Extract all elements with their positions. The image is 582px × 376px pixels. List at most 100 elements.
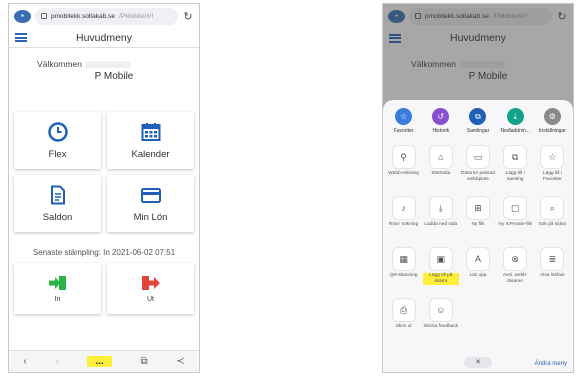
calendar-icon xyxy=(141,123,160,141)
history-icon: ↺ xyxy=(432,108,450,125)
close-icon[interactable]: ✕ xyxy=(464,357,492,368)
menu-item-label: Röst- sökning xyxy=(388,222,419,227)
menu-item-icon: ⤓ xyxy=(429,197,452,219)
menu-item-label: Sök på sidan xyxy=(538,222,567,227)
tile-label: Min Lön xyxy=(133,212,168,223)
menu-footer: ✕ Ändra meny xyxy=(383,356,573,368)
menu-item-label: QR-skanning xyxy=(389,273,418,278)
clock-icon xyxy=(47,122,68,142)
browser-bottom-bar: ‹ › ... ⧉ ≺ xyxy=(9,350,199,372)
collections-icon: ⧉ xyxy=(469,108,487,125)
menu-label: Inställningar xyxy=(538,128,566,134)
tile-min-lon[interactable]: Min Lön xyxy=(107,175,194,232)
stamp-out-button[interactable]: Ut xyxy=(107,263,194,314)
menu-item-icon: ▢ xyxy=(504,197,527,219)
menu-item-icon: ☆ xyxy=(541,146,564,168)
welcome-text: Välkommen xyxy=(37,59,82,69)
menu-item-icon: ⚲ xyxy=(392,146,415,168)
menu-tiles: Flex Kalender Saldon Min Lön xyxy=(9,112,199,232)
menu-grid-item[interactable]: ⧉ Lägg till i samling xyxy=(497,146,534,192)
browser-menu-sheet: ☆ Favoriter ↺ Historik ⧉ Samlingar ⤓ Ned… xyxy=(383,100,573,372)
menu-grid-item[interactable]: ≣ Visa lösfaxt xyxy=(534,248,571,294)
menu-grid-item[interactable]: ⎙ Skriv ut xyxy=(385,299,422,345)
gear-icon: ⚙ xyxy=(543,108,561,125)
menu-grid-item[interactable]: ▢ Ny InPrivate-flik xyxy=(497,197,534,243)
menu-label: Historik xyxy=(432,128,450,134)
menu-item-icon: ▦ xyxy=(392,248,415,270)
edit-menu-link[interactable]: Ändra meny xyxy=(535,361,567,367)
menu-samlingar[interactable]: ⧉ Samlingar xyxy=(459,108,496,134)
menu-grid-item[interactable]: ⊞ Ny flik xyxy=(459,197,496,243)
tile-label: Kalender xyxy=(131,149,170,160)
stamp-in-button[interactable]: In xyxy=(14,263,101,314)
menu-label: Favoriter xyxy=(393,128,414,134)
stamp-out-label: Ut xyxy=(147,296,154,303)
menu-item-label: Ladda ned sida xyxy=(424,222,458,227)
menu-grid-item[interactable]: A Läs upp xyxy=(459,248,496,294)
tabs-icon[interactable]: ⧉ xyxy=(140,356,147,367)
menu-item-label: Lägg till på skärm xyxy=(422,273,459,285)
menu-item-icon: ⌂ xyxy=(429,146,452,168)
menu-top-row: ☆ Favoriter ↺ Historik ⧉ Samlingar ⤓ Ned… xyxy=(385,108,571,134)
menu-nedladdningar[interactable]: ⤓ Nedladdnin... xyxy=(497,108,534,134)
share-icon[interactable]: ≺ xyxy=(176,356,184,367)
phone-screen-main-menu: ● pmobilekk.soltakab.se/PMobile/#/! ↻ Hu… xyxy=(8,3,200,373)
menu-installningar[interactable]: ⚙ Inställningar xyxy=(534,108,571,134)
sign-in-icon xyxy=(48,276,66,290)
menu-item-icon: ☺ xyxy=(429,299,452,321)
menu-grid-item[interactable]: ⊗ Avsl. webb-läsaren xyxy=(497,248,534,294)
menu-item-label: Skicka feedback xyxy=(423,324,459,329)
menu-item-label: Visa lösfaxt xyxy=(540,273,565,278)
menu-grid-item[interactable]: ⌂ Startsida xyxy=(422,146,459,192)
hamburger-menu-icon[interactable] xyxy=(15,33,27,42)
url-path: /PMobile/#/! xyxy=(118,12,154,20)
menu-item-label: Skriv ut xyxy=(395,324,412,329)
menu-item-label: Datoran passad webbplats xyxy=(461,171,495,182)
menu-grid-item[interactable]: ☆ Lägg till i Favoriter xyxy=(534,146,571,192)
menu-item-label: Avsl. webb-läsaren xyxy=(502,273,528,284)
stamp-tiles: In Ut xyxy=(9,263,199,314)
menu-item-icon: A xyxy=(466,248,489,270)
menu-label: Samlingar xyxy=(466,128,490,134)
menu-grid-item[interactable]: ▦ QR-skanning xyxy=(385,248,422,294)
tile-label: Flex xyxy=(48,149,67,160)
tile-kalender[interactable]: Kalender xyxy=(107,112,194,169)
menu-grid-item[interactable]: ▣ Lägg till på skärm xyxy=(422,248,459,294)
menu-item-label: Lägg till i Favoriter xyxy=(542,171,562,182)
menu-item-icon: ≣ xyxy=(541,248,564,270)
tile-saldon[interactable]: Saldon xyxy=(14,175,101,232)
menu-favoriter[interactable]: ☆ Favoriter xyxy=(385,108,422,134)
browser-url-bar: ● pmobilekk.soltakab.se/PMobile/#/! ↻ xyxy=(9,4,199,28)
phone-screen-browser-menu: ● pmobilekk.soltakab.se/PMobile/#/! ↻ Hu… xyxy=(382,3,574,373)
menu-item-icon: ⧉ xyxy=(504,146,527,168)
menu-item-icon: ▭ xyxy=(466,146,489,168)
menu-grid-item[interactable]: ▭ Datoran passad webbplats xyxy=(459,146,496,192)
url-field[interactable]: pmobilekk.soltakab.se/PMobile/#/! xyxy=(35,7,178,25)
menu-item-label: Webb-sökning xyxy=(388,171,419,176)
menu-grid-item[interactable]: ♪ Röst- sökning xyxy=(385,197,422,243)
menu-grid-item[interactable]: ⚲ Webb-sökning xyxy=(385,146,422,192)
menu-item-icon: ♪ xyxy=(392,197,415,219)
username: P Mobile xyxy=(94,71,134,82)
url-host: pmobilekk.soltakab.se xyxy=(51,12,115,20)
tile-flex[interactable]: Flex xyxy=(14,112,101,169)
reload-icon[interactable]: ↻ xyxy=(182,10,194,23)
forward-icon[interactable]: › xyxy=(55,356,58,367)
stamp-in-label: In xyxy=(54,296,61,303)
menu-grid-item[interactable]: ⌕ Sök på sidan xyxy=(534,197,571,243)
back-icon[interactable]: ‹ xyxy=(23,356,26,367)
menu-item-icon: ⌕ xyxy=(541,197,564,219)
page-title: Huvudmeny xyxy=(75,31,133,44)
menu-item-label: Lägg till i samling xyxy=(505,171,525,182)
app-header: Huvudmeny xyxy=(9,28,199,48)
menu-historik[interactable]: ↺ Historik xyxy=(422,108,459,134)
lock-icon xyxy=(41,13,47,19)
menu-item-icon: ▣ xyxy=(429,248,452,270)
browser-logo-icon: ● xyxy=(14,9,31,23)
card-icon xyxy=(140,188,161,203)
tile-label: Saldon xyxy=(42,212,73,223)
more-menu-button[interactable]: ... xyxy=(87,356,112,367)
menu-grid-item[interactable]: ⤓ Ladda ned sida xyxy=(422,197,459,243)
menu-grid-item[interactable]: ☺ Skicka feedback xyxy=(422,299,459,345)
last-stamp-text: Senaste stämpling: In 2021-06-02 07:51 xyxy=(32,248,176,257)
